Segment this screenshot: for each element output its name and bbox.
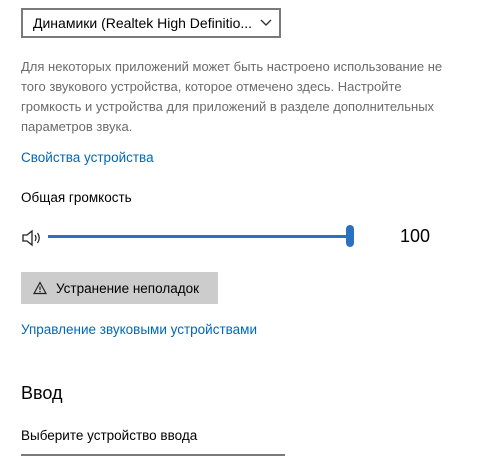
- output-device-dropdown[interactable]: Динамики (Realtek High Definitio...: [21, 8, 281, 38]
- speaker-icon[interactable]: [21, 228, 45, 248]
- output-device-selected: Динамики (Realtek High Definitio...: [33, 15, 253, 31]
- output-device-description: Для некоторых приложений может быть наст…: [21, 59, 443, 134]
- input-device-select[interactable]: Выберите устройство ввода: [21, 426, 285, 456]
- device-properties-link[interactable]: Свойства устройства: [21, 150, 154, 165]
- manage-sound-devices-link[interactable]: Управление звуковыми устройствами: [21, 322, 257, 337]
- chevron-down-icon: [253, 18, 279, 28]
- master-volume-slider[interactable]: [48, 222, 360, 252]
- master-volume-label: Общая громкость: [21, 190, 132, 205]
- volume-thumb[interactable]: [346, 225, 354, 247]
- input-section-title: Ввод: [21, 383, 63, 403]
- troubleshoot-button[interactable]: Устранение неполадок: [21, 272, 218, 304]
- warning-icon: [33, 281, 47, 295]
- input-device-select-label: Выберите устройство ввода: [21, 428, 198, 443]
- master-volume-value: 100: [400, 226, 431, 246]
- troubleshoot-label: Устранение неполадок: [56, 280, 200, 296]
- volume-track: [48, 235, 350, 238]
